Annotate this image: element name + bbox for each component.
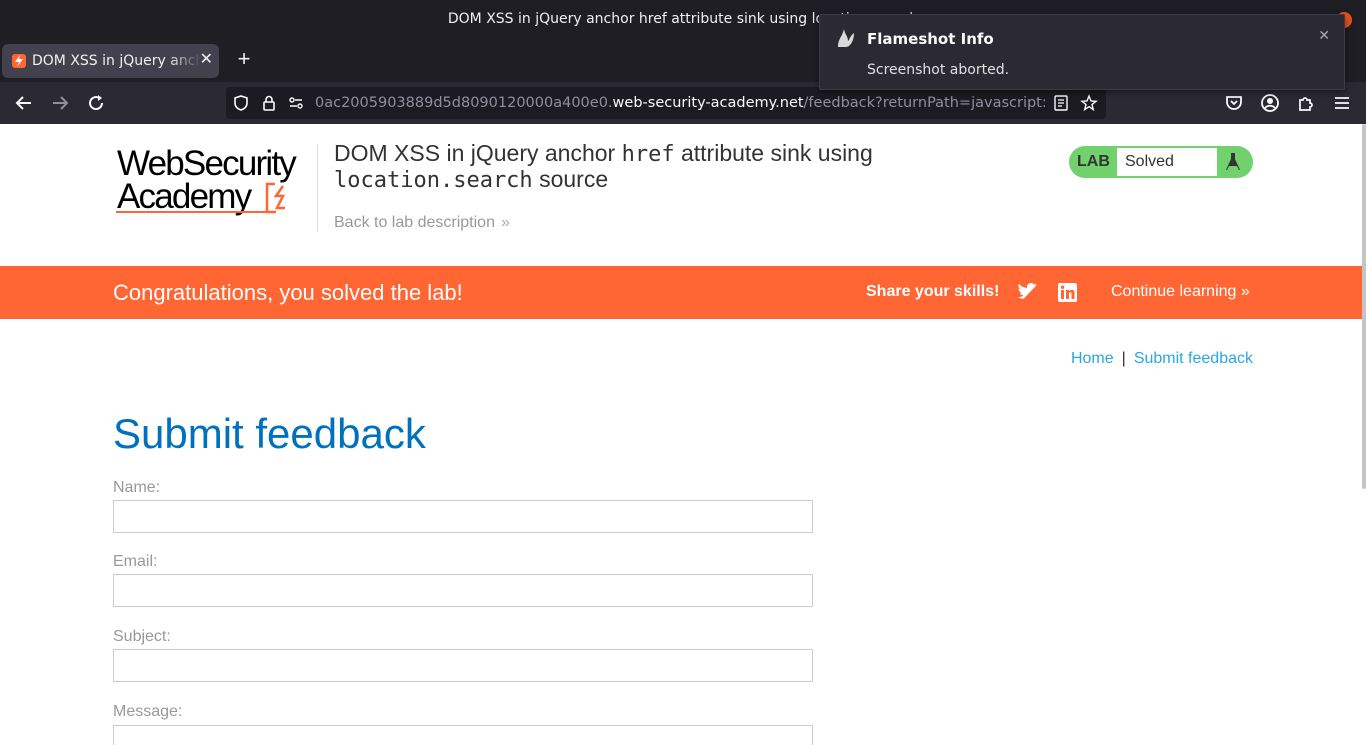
- lab-title: DOM XSS in jQuery anchor href attribute …: [334, 141, 974, 193]
- url-host: web-security-academy.net: [612, 95, 804, 111]
- lab-status-badge: LAB Solved: [1069, 146, 1253, 178]
- double-chevron-right-icon: »: [1240, 283, 1250, 300]
- lab-badge-label: LAB: [1077, 153, 1110, 170]
- lab-title-code: location.search: [334, 168, 533, 193]
- email-input[interactable]: [113, 574, 813, 607]
- web-page: WebSecurity Academy DOM XSS in jQuery an…: [0, 124, 1366, 745]
- account-icon[interactable]: [1258, 91, 1282, 115]
- reader-view-icon[interactable]: [1052, 94, 1070, 112]
- browser-tab[interactable]: DOM XSS in jQuery anchor href attribute …: [2, 44, 219, 78]
- twitter-icon[interactable]: [1018, 283, 1038, 301]
- share-skills-label: Share your skills!: [866, 283, 1000, 300]
- lab-title-text: source: [532, 166, 609, 192]
- email-label: Email:: [113, 553, 158, 570]
- permissions-icon[interactable]: [287, 94, 305, 112]
- address-bar[interactable]: 0ac2005903889d5d8090120000a400e0.web-sec…: [226, 87, 1106, 119]
- message-label: Message:: [113, 703, 183, 720]
- page-title: Submit feedback: [113, 410, 426, 457]
- notification-body: Screenshot aborted.: [867, 62, 1010, 78]
- back-arrow-icon[interactable]: [12, 91, 36, 115]
- lab-status-field: Solved: [1117, 148, 1217, 176]
- congratulations-message: Congratulations, you solved the lab!: [113, 280, 463, 305]
- flameshot-notification: Flameshot Info Screenshot aborted. ✕: [819, 14, 1345, 90]
- lab-status-text: Solved: [1125, 153, 1174, 170]
- new-tab-button[interactable]: +: [232, 48, 256, 72]
- notification-title: Flameshot Info: [867, 30, 994, 48]
- subject-input[interactable]: [113, 649, 813, 682]
- forward-arrow-icon[interactable]: [48, 91, 72, 115]
- bookmark-star-icon[interactable]: [1080, 94, 1098, 112]
- flask-icon: [1226, 153, 1240, 170]
- tab-label: DOM XSS in jQuery anchor href attribute …: [32, 53, 202, 69]
- subject-label: Subject:: [113, 628, 171, 645]
- continue-learning-link[interactable]: Continue learning »: [1111, 283, 1250, 301]
- message-textarea[interactable]: [113, 725, 813, 745]
- logo-text-line2: Academy: [117, 177, 252, 216]
- breadcrumb: Home | Submit feedback: [1071, 350, 1253, 368]
- tab-close-icon[interactable]: ✕: [200, 52, 213, 68]
- page-scrollbar[interactable]: [1362, 124, 1366, 489]
- logo-underline: [116, 211, 276, 213]
- url-text[interactable]: 0ac2005903889d5d8090120000a400e0.web-sec…: [315, 95, 1045, 111]
- back-link-label: Back to lab description: [334, 214, 495, 231]
- reload-icon[interactable]: [84, 91, 108, 115]
- lock-icon[interactable]: [260, 94, 278, 112]
- pocket-icon[interactable]: [1222, 91, 1246, 115]
- breadcrumb-submit-feedback-link[interactable]: Submit feedback: [1134, 350, 1253, 367]
- favicon-icon: [12, 54, 26, 68]
- header-divider: [317, 144, 318, 232]
- lab-title-code: href: [621, 142, 675, 167]
- flameshot-icon: [838, 29, 854, 47]
- name-label: Name:: [113, 479, 161, 496]
- url-path: /feedback?returnPath=javascript:alert(do…: [803, 95, 1045, 111]
- extensions-icon[interactable]: [1294, 91, 1318, 115]
- double-chevron-right-icon: »: [500, 214, 510, 231]
- back-to-lab-description-link[interactable]: Back to lab description »: [334, 214, 510, 232]
- lab-title-text: DOM XSS in jQuery anchor: [334, 140, 622, 166]
- shield-icon[interactable]: [232, 94, 250, 112]
- breadcrumb-home-link[interactable]: Home: [1071, 350, 1114, 367]
- hamburger-menu-icon[interactable]: [1330, 91, 1354, 115]
- linkedin-icon[interactable]: [1058, 283, 1077, 302]
- lab-title-text: attribute sink using: [674, 140, 873, 166]
- breadcrumb-separator: |: [1121, 350, 1126, 367]
- name-input[interactable]: [113, 500, 813, 533]
- close-icon[interactable]: ✕: [1318, 27, 1330, 44]
- logo-bolt-icon: [265, 182, 286, 214]
- solved-banner: Congratulations, you solved the lab! Sha…: [0, 266, 1366, 319]
- logo-text-line1: WebSecurity: [117, 144, 297, 183]
- web-security-academy-logo[interactable]: WebSecurity Academy: [114, 144, 314, 216]
- url-subdomain: 0ac2005903889d5d8090120000a400e0.: [315, 95, 613, 111]
- continue-learning-label: Continue learning: [1111, 283, 1237, 300]
